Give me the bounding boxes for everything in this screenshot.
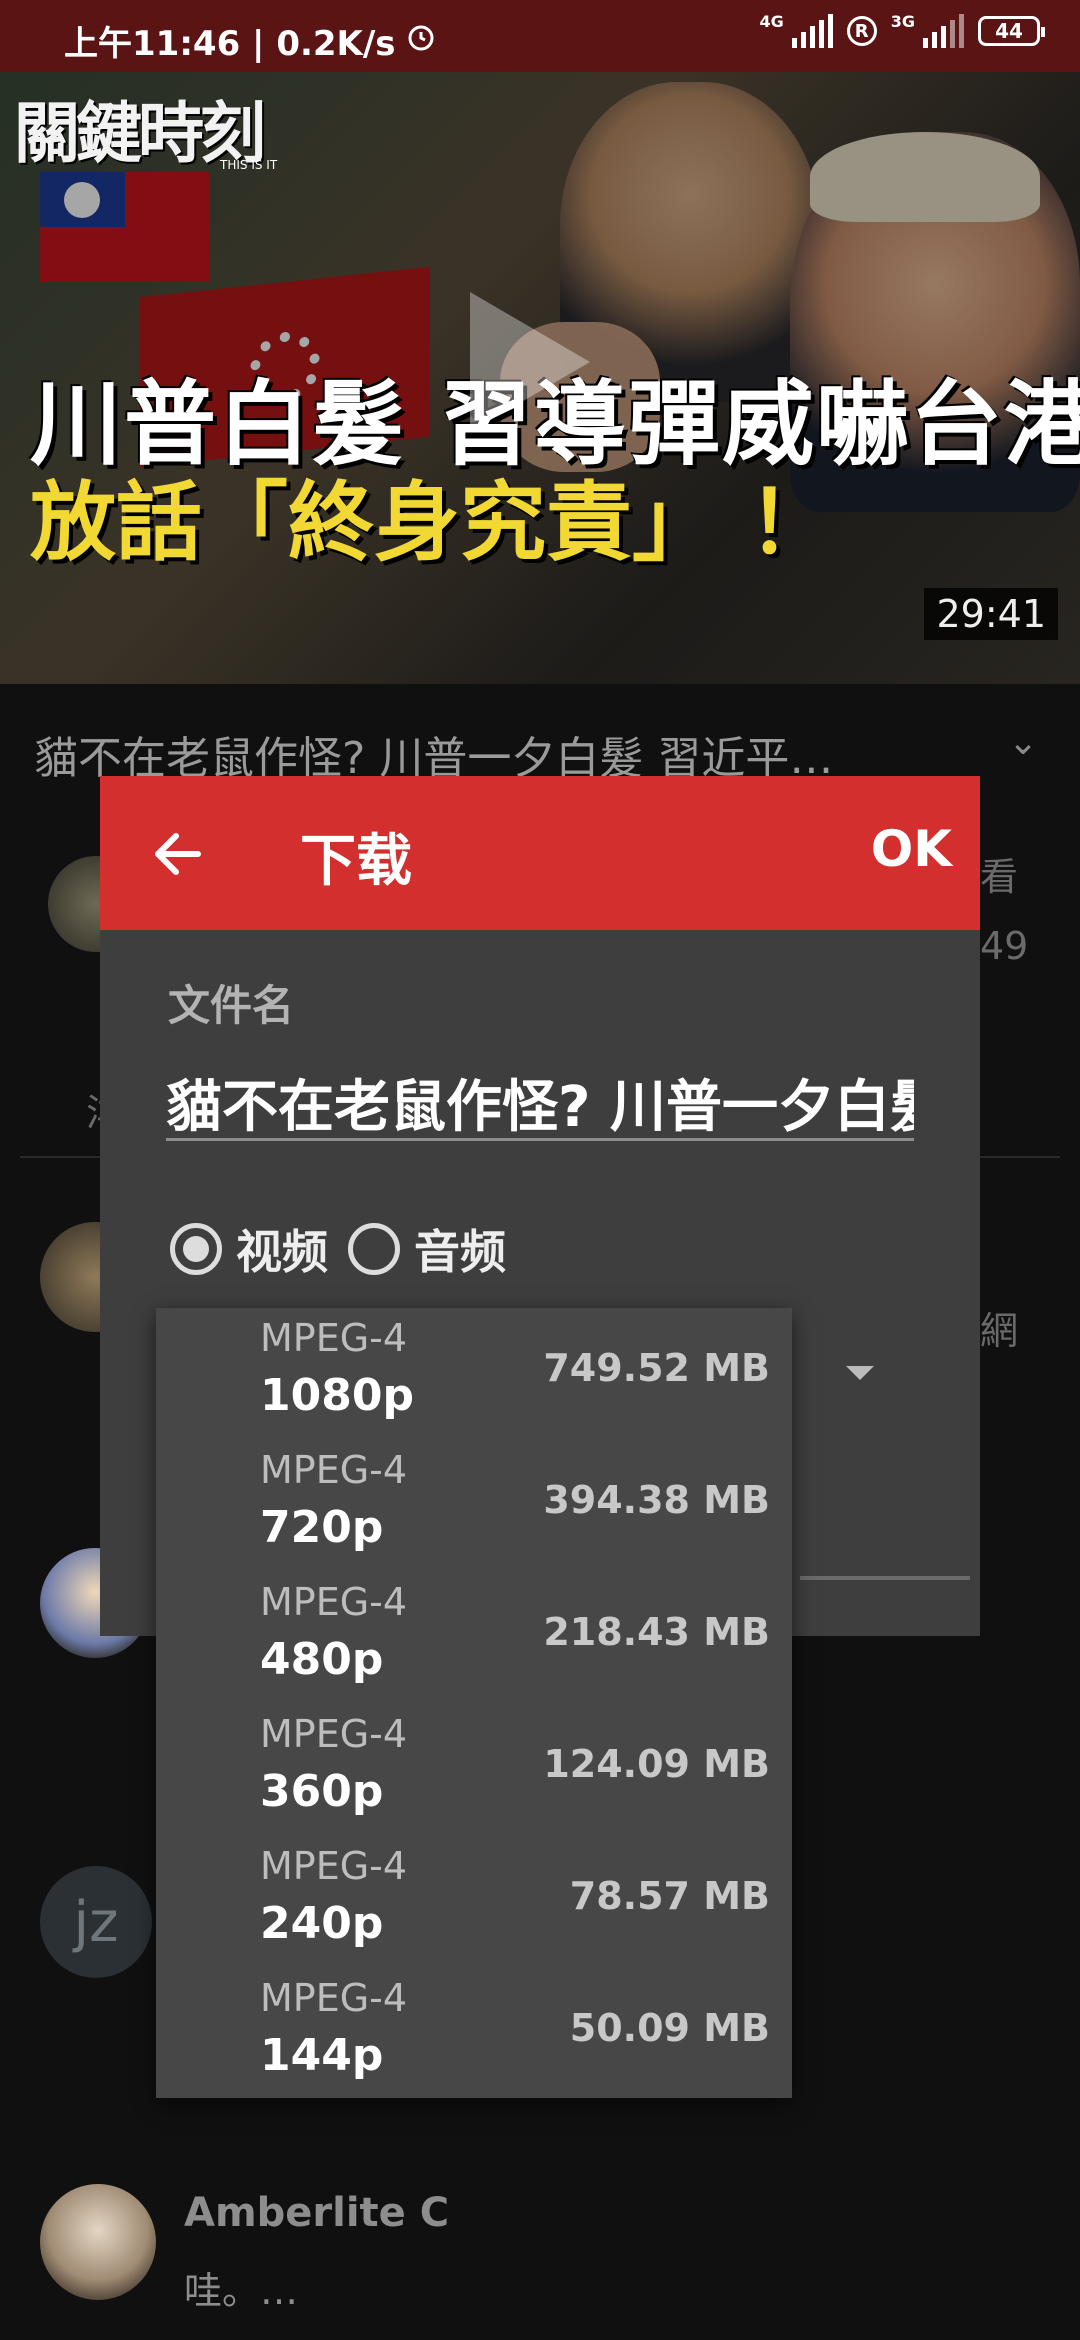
option-format: MPEG-4: [260, 1976, 408, 2020]
option-format: MPEG-4: [260, 1316, 408, 1360]
video-radio-label[interactable]: 视频: [236, 1216, 328, 1282]
avatar[interactable]: [40, 2184, 156, 2300]
quality-option-360p[interactable]: MPEG-4 360p 124.09 MB: [156, 1704, 792, 1836]
quality-option-480p[interactable]: MPEG-4 480p 218.43 MB: [156, 1572, 792, 1704]
option-resolution: 720p: [260, 1502, 384, 1553]
option-size: 124.09 MB: [543, 1742, 770, 1786]
audio-radio-label[interactable]: 音频: [414, 1216, 506, 1282]
quality-option-240p[interactable]: MPEG-4 240p 78.57 MB: [156, 1836, 792, 1968]
audio-radio[interactable]: [348, 1223, 400, 1275]
battery-icon: 44: [978, 16, 1045, 46]
option-resolution: 480p: [260, 1634, 384, 1685]
video-thumbnail[interactable]: 關鍵時刻 THIS IS IT 川普白髮 習導彈威嚇台港 放話「終身究責」 ！ …: [0, 72, 1080, 684]
network-type-4g: 4G: [759, 12, 784, 31]
option-resolution: 1080p: [260, 1370, 414, 1421]
peek-text: 49: [980, 924, 1029, 968]
status-bar: 上午11:46 | 0.2K/s 4G R 3G 44: [0, 0, 1080, 72]
option-size: 218.43 MB: [543, 1610, 770, 1654]
option-format: MPEG-4: [260, 1580, 408, 1624]
option-size: 78.57 MB: [569, 1874, 770, 1918]
dialog-header: 下载 OK: [100, 776, 980, 930]
status-time-speed: 上午11:46 | 0.2K/s: [64, 24, 396, 64]
option-resolution: 240p: [260, 1898, 384, 1949]
filename-input[interactable]: [166, 1066, 914, 1141]
quality-option-144p[interactable]: MPEG-4 144p 50.09 MB: [156, 1968, 792, 2100]
thumbnail-headline-2: 放話「終身究責」 ！: [30, 473, 834, 573]
option-format: MPEG-4: [260, 1712, 408, 1756]
roaming-icon: R: [846, 16, 877, 46]
quality-dropdown: MPEG-4 1080p 749.52 MB MPEG-4 720p 394.3…: [156, 1308, 792, 2098]
comment-text: 哇。…: [184, 2269, 299, 2313]
channel-logo-sub: THIS IS IT: [220, 158, 278, 172]
peek-text: 網: [980, 1309, 1019, 1353]
option-resolution: 360p: [260, 1766, 384, 1817]
ok-button[interactable]: OK: [871, 820, 952, 878]
quality-option-1080p[interactable]: MPEG-4 1080p 749.52 MB: [156, 1308, 792, 1440]
play-icon[interactable]: [470, 292, 590, 432]
option-size: 749.52 MB: [543, 1346, 770, 1390]
avatar[interactable]: jz: [40, 1866, 152, 1978]
option-size: 394.38 MB: [543, 1478, 770, 1522]
option-size: 50.09 MB: [569, 2006, 770, 2050]
type-radio-group: 视频 音频: [170, 1216, 506, 1282]
dialog-title: 下载: [300, 829, 412, 894]
option-format: MPEG-4: [260, 1844, 408, 1888]
option-format: MPEG-4: [260, 1448, 408, 1492]
video-duration: 29:41: [924, 588, 1058, 640]
commenter-name[interactable]: Amberlite C: [184, 2190, 449, 2236]
signal-icon-2: [923, 14, 964, 48]
filename-label: 文件名: [168, 981, 295, 1030]
quality-option-720p[interactable]: MPEG-4 720p 394.38 MB: [156, 1440, 792, 1572]
signal-icon-1: [791, 14, 833, 48]
alarm-icon: [406, 21, 436, 61]
dropdown-caret-icon[interactable]: [846, 1366, 874, 1380]
divider: [800, 1576, 970, 1580]
option-resolution: 144p: [260, 2030, 384, 2081]
network-type-3g: 3G: [890, 12, 915, 31]
chevron-down-icon[interactable]: ⌄: [1008, 722, 1038, 763]
peek-text: 看: [980, 855, 1019, 899]
back-arrow-icon[interactable]: [150, 826, 206, 882]
video-radio[interactable]: [170, 1223, 222, 1275]
